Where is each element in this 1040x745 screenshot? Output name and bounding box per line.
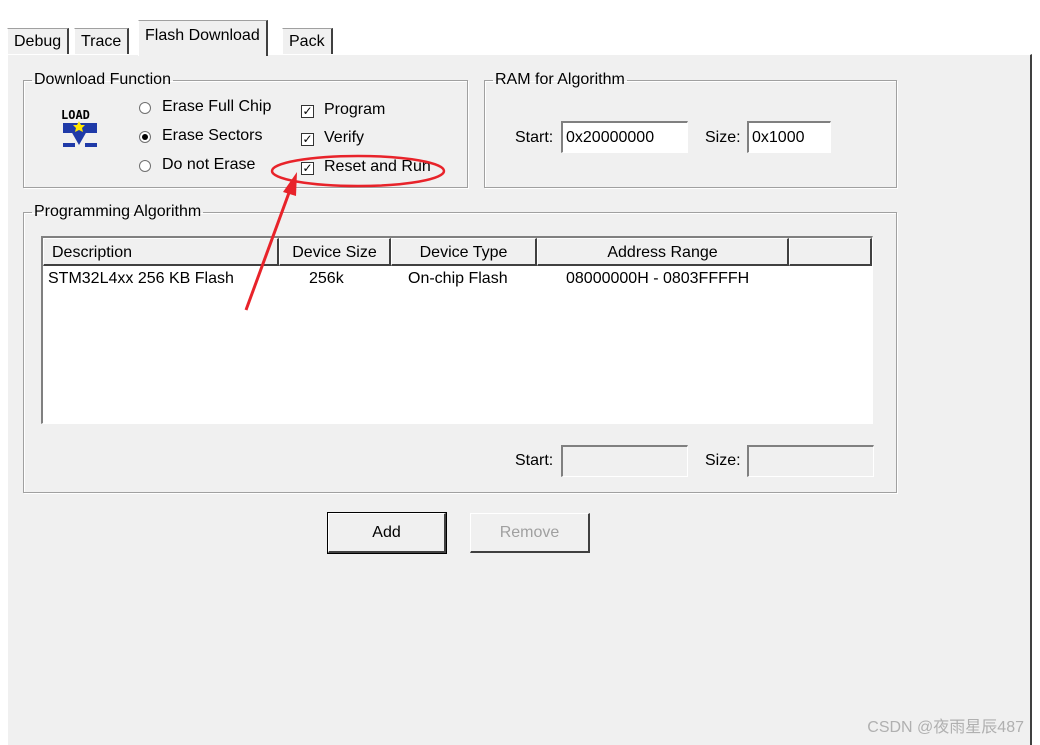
algo-start-input[interactable] bbox=[561, 445, 688, 477]
tab-debug[interactable]: Debug bbox=[7, 28, 70, 54]
checkbox-reset-and-run[interactable]: ✓ bbox=[301, 162, 314, 175]
checkbox-verify[interactable]: ✓ bbox=[301, 133, 314, 146]
load-icon-text: LOAD bbox=[61, 108, 90, 122]
column-header-description[interactable]: Description bbox=[43, 238, 279, 266]
ram-start-input[interactable] bbox=[561, 121, 688, 153]
ram-start-label: Start: bbox=[515, 129, 554, 146]
flash-download-panel: Download Function LOAD Erase Full Chip E… bbox=[7, 54, 1032, 745]
column-header-device-type[interactable]: Device Type bbox=[391, 238, 537, 266]
radio-do-not-erase[interactable] bbox=[139, 160, 151, 172]
tab-flash-download[interactable]: Flash Download bbox=[138, 20, 268, 56]
column-header-address-range[interactable]: Address Range bbox=[537, 238, 789, 266]
algo-size-label: Size: bbox=[705, 452, 741, 469]
radio-erase-sectors[interactable] bbox=[139, 131, 151, 143]
column-header-device-size[interactable]: Device Size bbox=[279, 238, 391, 266]
ram-size-input[interactable] bbox=[747, 121, 831, 153]
csdn-watermark: CSDN @夜雨星辰487 bbox=[867, 719, 1024, 736]
remove-button[interactable]: Remove bbox=[470, 513, 590, 553]
programming-algorithm-legend: Programming Algorithm bbox=[34, 203, 202, 220]
tab-bar: Debug Trace Flash Download Pack bbox=[0, 0, 1040, 57]
algorithm-list[interactable]: Description Device Size Device Type Addr… bbox=[41, 236, 873, 424]
do-not-erase-label[interactable]: Do not Erase bbox=[162, 156, 255, 174]
load-icon: LOAD bbox=[59, 107, 101, 151]
add-button[interactable]: Add bbox=[327, 512, 447, 554]
row-device-size: 256k bbox=[309, 270, 344, 287]
row-device-type: On-chip Flash bbox=[408, 270, 508, 287]
reset-and-run-label[interactable]: Reset and Run bbox=[324, 158, 431, 176]
verify-label[interactable]: Verify bbox=[324, 129, 364, 147]
tab-trace[interactable]: Trace bbox=[74, 28, 130, 54]
row-address-range: 08000000H - 0803FFFFH bbox=[566, 270, 750, 287]
algo-size-input[interactable] bbox=[747, 445, 874, 477]
erase-full-chip-label[interactable]: Erase Full Chip bbox=[162, 98, 271, 116]
program-label[interactable]: Program bbox=[324, 101, 385, 119]
ram-for-algorithm-legend: RAM for Algorithm bbox=[495, 71, 625, 88]
column-header-filler bbox=[789, 238, 872, 266]
tab-pack[interactable]: Pack bbox=[282, 28, 333, 54]
ram-size-label: Size: bbox=[705, 129, 741, 146]
erase-sectors-label[interactable]: Erase Sectors bbox=[162, 127, 262, 145]
checkbox-program[interactable]: ✓ bbox=[301, 105, 314, 118]
download-function-legend: Download Function bbox=[34, 71, 171, 88]
algo-start-label: Start: bbox=[515, 452, 554, 469]
row-description: STM32L4xx 256 KB Flash bbox=[48, 270, 234, 287]
radio-erase-full-chip[interactable] bbox=[139, 102, 151, 114]
